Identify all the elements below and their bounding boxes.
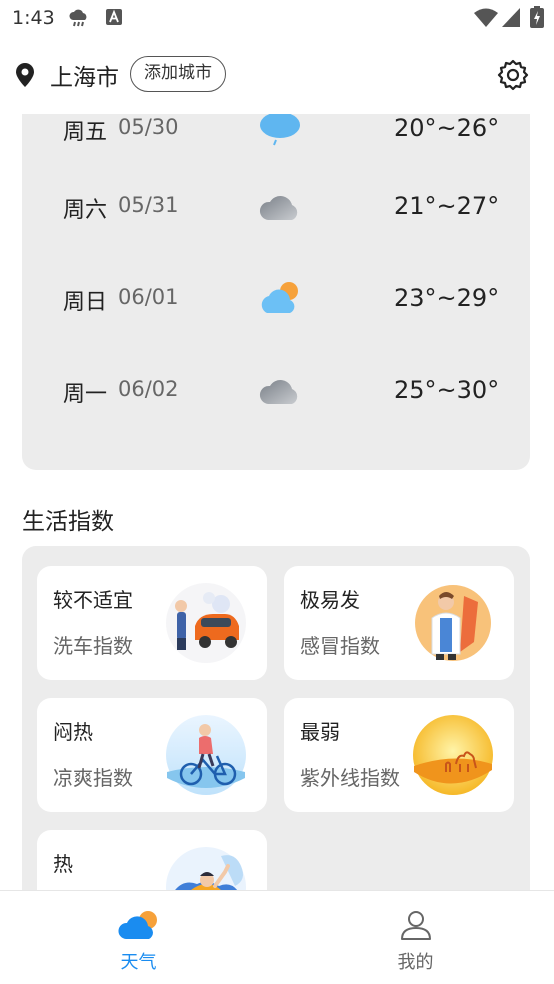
life-index-title: 生活指数 (22, 509, 114, 535)
wifi-icon (474, 8, 498, 32)
index-level: 较不适宜 (53, 588, 133, 612)
tab-mine-label: 我的 (397, 952, 434, 973)
index-name: 感冒指数 (300, 634, 380, 658)
forecast-temp: 20°~26° (394, 114, 500, 142)
bottom-tab-bar: 天气 我的 (0, 890, 554, 984)
cloudy-icon (259, 380, 298, 404)
weather-cloud-icon (118, 909, 160, 945)
index-name: 洗车指数 (53, 634, 133, 658)
city-name[interactable]: 上海市 (50, 58, 119, 92)
header: 上海市 添加城市 (0, 36, 554, 114)
desert-sun-illustration (413, 715, 493, 795)
tab-weather[interactable]: 天气 (0, 891, 277, 984)
life-index-card[interactable]: 极易发 感冒指数 (284, 566, 514, 680)
cycling-illustration (166, 715, 246, 795)
forecast-day: 周日 (63, 290, 108, 315)
status-bar: 1:43 (0, 0, 554, 36)
index-level: 热 (53, 852, 73, 876)
text-a-icon (106, 9, 122, 29)
life-index-card[interactable]: 最弱 紫外线指数 (284, 698, 514, 812)
light-rain-icon (260, 112, 300, 146)
forecast-day: 周六 (63, 198, 108, 223)
battery-icon (530, 6, 544, 32)
forecast-date: 05/30 (118, 115, 179, 139)
signal-icon (502, 8, 520, 31)
tab-mine[interactable]: 我的 (277, 891, 554, 984)
index-level: 最弱 (300, 720, 340, 744)
gear-icon[interactable] (496, 58, 530, 96)
forecast-date: 06/02 (118, 377, 179, 401)
tab-weather-label: 天气 (120, 952, 157, 973)
forecast-card: 周五 05/30 20°~26° 周六 05/31 21°~27° 周日 06/… (22, 60, 530, 470)
forecast-day: 周五 (63, 120, 108, 145)
forecast-row[interactable]: 周六 05/31 21°~27° (22, 178, 530, 238)
forecast-temp: 21°~27° (394, 192, 500, 220)
index-name: 凉爽指数 (53, 766, 133, 790)
life-index-card[interactable]: 较不适宜 洗车指数 (37, 566, 267, 680)
life-index-panel: 较不适宜 洗车指数 极易发 感冒指数 闷热 凉爽指数 最弱 紫外线指数 热 (22, 546, 530, 906)
forecast-row[interactable]: 周日 06/01 23°~29° (22, 270, 530, 330)
forecast-row[interactable]: 周一 06/02 25°~30° (22, 362, 530, 422)
index-name: 紫外线指数 (300, 766, 400, 790)
car-wash-illustration (166, 583, 246, 663)
cold-illustration (415, 585, 491, 661)
forecast-temp: 23°~29° (394, 284, 500, 312)
cloudy-icon (259, 196, 298, 220)
index-level: 极易发 (300, 588, 360, 612)
life-index-card[interactable]: 闷热 凉爽指数 (37, 698, 267, 812)
add-city-button[interactable]: 添加城市 (130, 56, 226, 92)
forecast-date: 06/01 (118, 285, 179, 309)
forecast-day: 周一 (63, 382, 108, 407)
partly-cloudy-icon (261, 282, 298, 313)
forecast-date: 05/31 (118, 193, 179, 217)
forecast-temp: 25°~30° (394, 376, 500, 404)
status-time: 1:43 (12, 7, 55, 29)
rain-cloud-icon (68, 9, 90, 33)
location-pin-icon (14, 62, 36, 92)
user-icon (395, 909, 437, 945)
index-level: 闷热 (53, 720, 93, 744)
